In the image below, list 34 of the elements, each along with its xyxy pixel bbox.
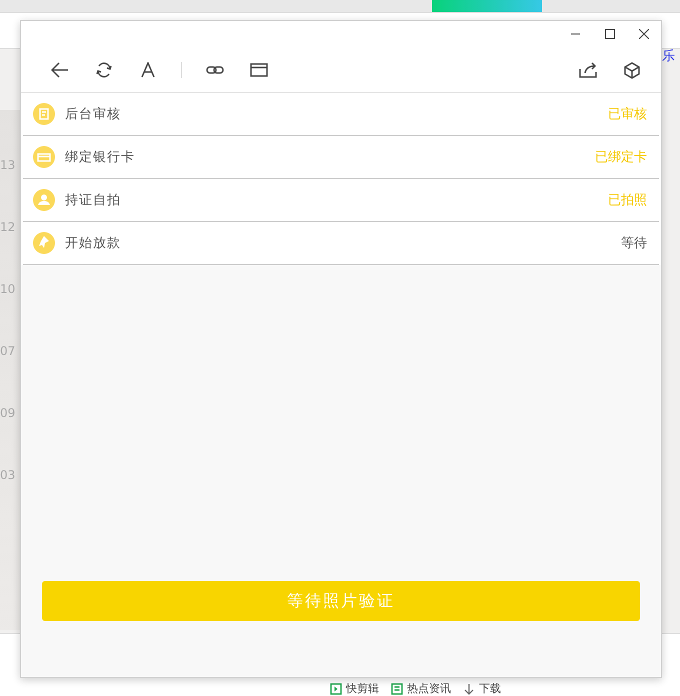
row-number: 10 xyxy=(0,281,16,296)
step-label: 绑定银行卡 xyxy=(65,149,136,166)
play-icon xyxy=(330,682,342,694)
cube-icon xyxy=(624,62,640,78)
row-number: 09 xyxy=(0,405,16,420)
card-icon xyxy=(33,146,55,168)
status-bar-item[interactable]: 热点资讯 xyxy=(407,682,451,695)
window-icon xyxy=(250,63,268,77)
pen-icon xyxy=(33,232,55,254)
row-number: 13 xyxy=(0,157,16,172)
row-number: 03 xyxy=(0,467,16,482)
step-status: 等待 xyxy=(621,235,647,252)
news-icon xyxy=(391,682,403,694)
step-status: 已审核 xyxy=(608,106,647,123)
step-label: 持证自拍 xyxy=(65,192,122,209)
font-icon xyxy=(141,62,155,78)
row-number: 12 xyxy=(0,219,16,234)
refresh-icon xyxy=(96,62,112,78)
person-icon xyxy=(33,189,55,211)
download-icon xyxy=(463,682,475,694)
link[interactable]: 乐 xyxy=(662,47,675,65)
share-icon xyxy=(579,62,597,78)
document-icon xyxy=(33,103,55,125)
back-icon xyxy=(51,62,69,78)
row-number: 07 xyxy=(0,343,16,358)
step-label: 后台审核 xyxy=(65,106,122,123)
close-icon[interactable] xyxy=(639,29,649,39)
maximize-icon[interactable] xyxy=(605,29,615,39)
status-bar-item[interactable]: 下载 xyxy=(479,682,501,695)
status-bar-item[interactable]: 快剪辑 xyxy=(346,682,379,695)
step-status: 已绑定卡 xyxy=(595,149,647,166)
step-label: 开始放款 xyxy=(65,235,122,252)
link-icon xyxy=(206,65,224,75)
step-status: 已拍照 xyxy=(608,192,647,209)
